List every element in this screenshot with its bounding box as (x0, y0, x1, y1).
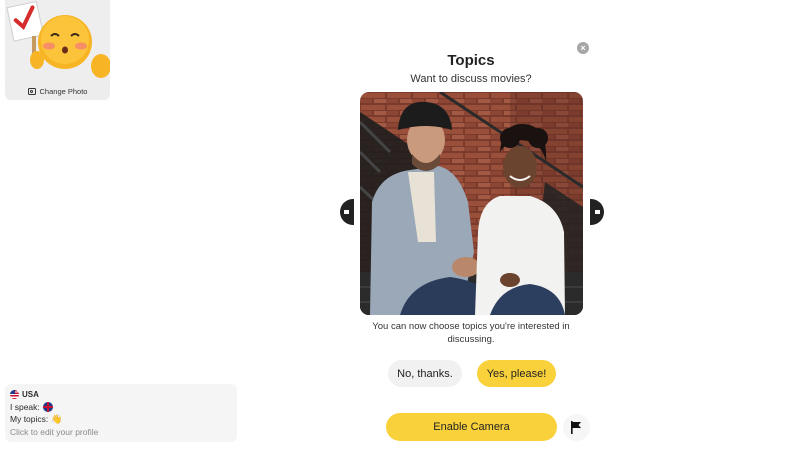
waving-hand-icon: 👋 (51, 413, 63, 424)
avatar-card[interactable]: Change Photo (5, 0, 110, 100)
speaks-label: I speak: (10, 401, 40, 412)
yes-please-button[interactable]: Yes, please! (477, 360, 556, 387)
flag-icon (571, 421, 581, 434)
topic-photo (360, 92, 583, 315)
topics-label: My topics: (10, 414, 49, 425)
change-photo-label: Change Photo (39, 86, 88, 96)
country-row: USA (10, 388, 232, 401)
next-arrow-icon[interactable] (590, 199, 604, 225)
no-thanks-button[interactable]: No, thanks. (388, 360, 462, 387)
change-photo-button[interactable]: Change Photo (5, 84, 110, 98)
languages-row: I speak: (10, 401, 232, 414)
avatar-image (5, 0, 110, 80)
profile-card[interactable]: USA I speak: My topics: 👋 Click to edit … (5, 384, 237, 442)
us-flag-icon (10, 389, 19, 399)
report-button[interactable] (563, 414, 590, 441)
camera-icon (27, 87, 36, 95)
enable-camera-button[interactable]: Enable Camera (386, 413, 557, 441)
modal-description: You can now choose topics you're interes… (372, 321, 570, 345)
edit-profile-hint: Click to edit your profile (10, 426, 99, 437)
country-label: USA (22, 389, 39, 399)
modal-subtitle: Want to discuss movies? (410, 73, 532, 85)
uk-flag-icon (42, 401, 53, 412)
topics-row: My topics: 👋 (10, 413, 232, 426)
modal-title: Topics (447, 52, 495, 69)
previous-arrow-icon[interactable] (340, 199, 354, 225)
